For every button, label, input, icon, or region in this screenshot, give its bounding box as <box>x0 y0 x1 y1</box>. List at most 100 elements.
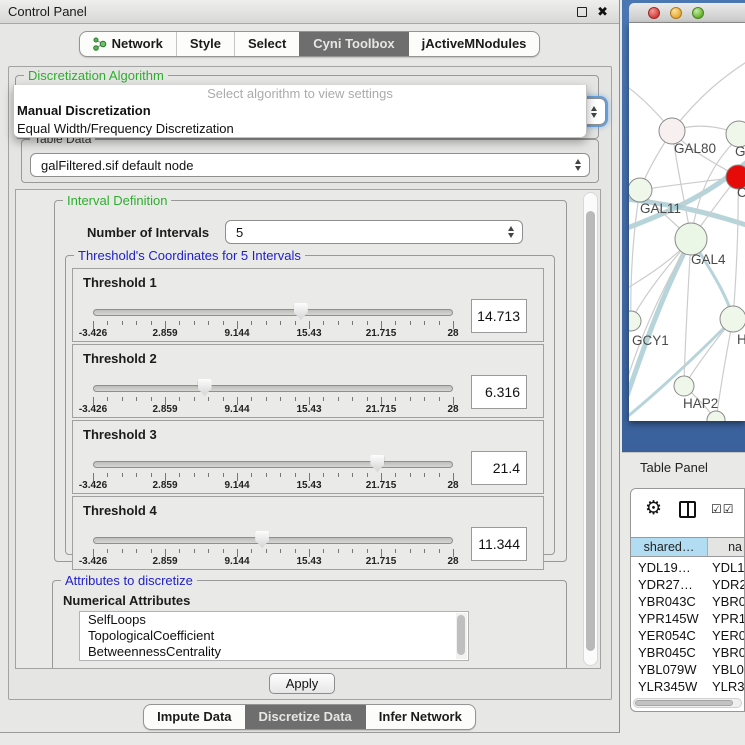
attributes-group-title: Attributes to discretize <box>61 573 197 588</box>
table-cell[interactable]: YDR27… <box>631 576 708 593</box>
dropdown-option-equal-width-frequency[interactable]: Equal Width/Frequency Discretization <box>14 120 586 138</box>
slider-handle[interactable] <box>370 455 384 472</box>
threshold-4-value-field[interactable]: 11.344 <box>471 527 527 561</box>
tick-mark <box>410 473 411 477</box>
threshold-2-value-field[interactable]: 6.316 <box>471 375 527 409</box>
list-item[interactable]: TopologicalCoefficient <box>80 628 468 644</box>
network-edge[interactable] <box>640 177 738 190</box>
tab-discretize-data[interactable]: Discretize Data <box>245 705 365 729</box>
node-h[interactable] <box>720 306 745 332</box>
node-label: GAL11 <box>640 201 681 216</box>
tick-mark <box>323 397 324 401</box>
slider-handle[interactable] <box>294 303 308 320</box>
table-cell[interactable]: YLR345W <box>631 678 708 695</box>
split-pane-icon[interactable] <box>679 501 696 518</box>
tab-impute-data[interactable]: Impute Data <box>144 705 244 729</box>
table-row[interactable]: YPR145WYPR1 <box>631 610 744 627</box>
table-cell[interactable]: YPR1 <box>708 610 744 627</box>
table-cell[interactable]: YDL1 <box>708 559 744 576</box>
network-edge[interactable] <box>672 59 745 131</box>
zoom-traffic-light-icon[interactable] <box>692 7 704 19</box>
table-cell[interactable]: YBR0 <box>708 593 744 610</box>
table-data-combobox[interactable]: galFiltered.sif default node <box>30 153 590 177</box>
slider-handle[interactable] <box>198 379 212 396</box>
table-row[interactable]: YBR043CYBR0 <box>631 593 744 610</box>
tab-label: Style <box>190 32 221 56</box>
tab-jactivemnodules[interactable]: jActiveMNodules <box>408 32 540 56</box>
settings-vertical-scrollbar[interactable] <box>583 192 598 666</box>
table-cell[interactable]: YBR043C <box>631 593 708 610</box>
slider-track[interactable] <box>93 537 453 544</box>
checkbox-checked-icons[interactable]: ☑☑ <box>711 502 735 516</box>
gear-icon[interactable]: ⚙ <box>645 497 662 520</box>
slider-track[interactable] <box>93 309 453 316</box>
tab-network[interactable]: Network <box>80 32 176 56</box>
network-window-titlebar[interactable] <box>629 3 745 23</box>
apply-button[interactable]: Apply <box>269 673 335 694</box>
slider-track[interactable] <box>93 461 453 468</box>
table-cell[interactable]: YLR3 <box>708 678 744 695</box>
network-canvas[interactable]: GAL80GACGAL11GAL4GCY1HHAP2 <box>629 23 745 421</box>
dropdown-option-manual-discretization[interactable]: Manual Discretization <box>14 102 586 120</box>
interval-definition-group: Interval Definition Number of Intervals … <box>54 200 567 562</box>
table-cell[interactable]: YBR045C <box>631 644 708 661</box>
slider-handle[interactable] <box>255 531 269 548</box>
close-traffic-light-icon[interactable] <box>648 7 660 19</box>
node-gal4[interactable] <box>675 223 707 255</box>
table-row[interactable]: YDL19…YDL1 <box>631 559 744 576</box>
table-cell[interactable]: YER0 <box>708 627 744 644</box>
list-item[interactable]: SelfLoops <box>80 612 468 628</box>
tick-mark <box>395 549 396 553</box>
slider-track[interactable] <box>93 385 453 392</box>
threshold-2-slider[interactable]: -3.4262.8599.14415.4321.71528 <box>93 379 453 415</box>
network-view-window[interactable]: GAL80GACGAL11GAL4GCY1HHAP2 <box>622 0 745 452</box>
top-tabbar: Network Style Select Cyni Toolbox jActiveMNo… <box>0 31 619 57</box>
tick-label: 21.715 <box>366 480 397 491</box>
tab-label: Cyni Toolbox <box>313 32 394 56</box>
list-scrollbar[interactable] <box>456 613 467 659</box>
network-edge[interactable] <box>631 190 640 321</box>
tab-infer-network[interactable]: Infer Network <box>365 705 475 729</box>
minimize-traffic-light-icon[interactable] <box>670 7 682 19</box>
table-cell[interactable]: YER054C <box>631 627 708 644</box>
tab-select[interactable]: Select <box>234 32 299 56</box>
threshold-1-slider[interactable]: -3.4262.8599.14415.4321.71528 <box>93 303 453 339</box>
numerical-attributes-list[interactable]: SelfLoopsTopologicalCoefficientBetweenne… <box>79 611 469 661</box>
table-row[interactable]: YDR27…YDR2 <box>631 576 744 593</box>
close-icon[interactable]: ✖ <box>597 0 608 24</box>
node-label: GAL80 <box>674 141 716 156</box>
table-horizontal-scrollbar[interactable] <box>633 698 742 708</box>
threshold-2-label: Threshold 2 <box>83 351 157 366</box>
table-cell[interactable]: YDR2 <box>708 576 744 593</box>
threshold-4-slider[interactable]: -3.4262.8599.14415.4321.71528 <box>93 531 453 567</box>
node-hap2[interactable] <box>674 376 694 396</box>
table-cell[interactable]: YBL0 <box>708 661 744 678</box>
table-cell[interactable]: YBL079W <box>631 661 708 678</box>
threshold-3-value-field[interactable]: 21.4 <box>471 451 527 485</box>
tab-cyni-toolbox[interactable]: Cyni Toolbox <box>299 32 407 56</box>
threshold-1-value-field[interactable]: 14.713 <box>471 299 527 333</box>
table-row[interactable]: YBL079WYBL0 <box>631 661 744 678</box>
table-cell[interactable]: YDL19… <box>631 559 708 576</box>
table-row[interactable]: YER054CYER0 <box>631 627 744 644</box>
float-window-icon[interactable] <box>577 7 587 17</box>
tick-mark <box>338 549 339 553</box>
column-header-shared-name[interactable]: shared… <box>631 538 708 556</box>
node-gal11[interactable] <box>629 178 652 202</box>
tick-mark <box>151 397 152 401</box>
tick-mark <box>179 549 180 553</box>
tick-mark <box>179 473 180 477</box>
network-icon <box>93 37 107 51</box>
threshold-3-slider[interactable]: -3.4262.8599.14415.4321.71528 <box>93 455 453 491</box>
tick-mark <box>266 549 267 553</box>
table-cell[interactable]: YBR0 <box>708 644 744 661</box>
tab-style[interactable]: Style <box>176 32 234 56</box>
table-row[interactable]: YLR345WYLR3 <box>631 678 744 695</box>
tick-mark <box>122 321 123 325</box>
table-cell[interactable]: YPR145W <box>631 610 708 627</box>
number-of-intervals-combobox[interactable]: 5 <box>225 220 523 244</box>
node-gcy1[interactable] <box>629 311 641 331</box>
list-item[interactable]: BetweennessCentrality <box>80 644 468 660</box>
table-row[interactable]: YBR045CYBR0 <box>631 644 744 661</box>
column-header-name[interactable]: na <box>708 538 744 556</box>
